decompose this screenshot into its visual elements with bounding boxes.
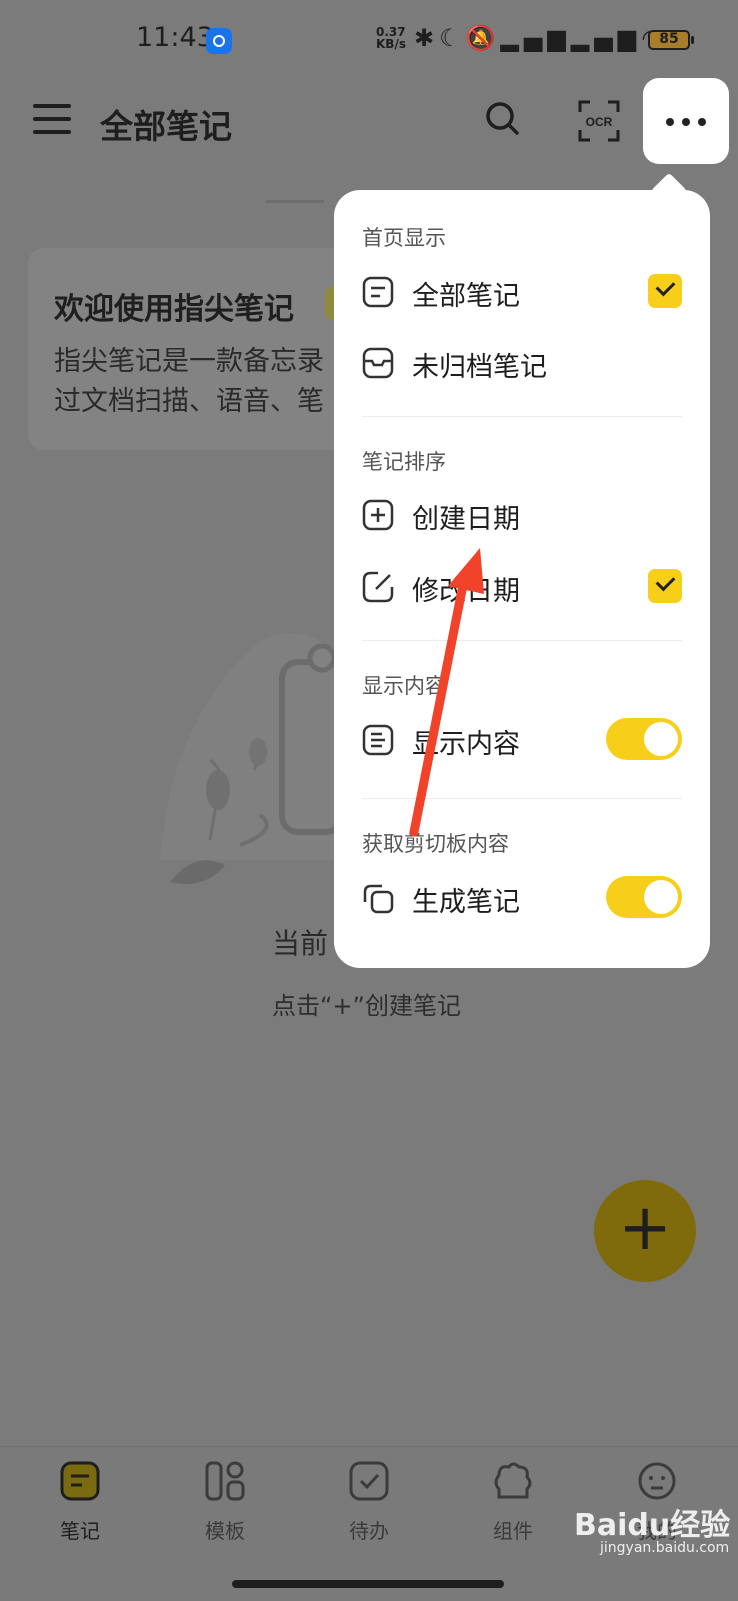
generate-note-toggle[interactable] [606,876,682,918]
add-note-button[interactable]: + [594,1180,696,1282]
nav-item-notes[interactable]: 笔记 [30,1461,130,1544]
menu-item-label: 全部笔记 [412,281,520,312]
edit-icon [362,571,394,603]
mute-icon: 🔕 [465,24,501,52]
menu-item-show-content[interactable]: 显示内容 [362,712,682,768]
welcome-description: 指尖笔记是一款备忘录 过文档扫描、语音、笔 [54,342,354,422]
ocr-scan-icon[interactable]: OCR [578,100,620,142]
signal-icon: ▂▄▆ [500,24,571,52]
status-time: 11:43 [136,22,214,53]
profile-icon [638,1462,676,1500]
section-title-sort: 笔记排序 [362,450,446,474]
network-speed: 0.37 KB/s [376,26,406,50]
nav-item-widgets[interactable]: 组件 [463,1461,563,1544]
menu-item-label: 未归档笔记 [412,352,547,383]
todo-icon [349,1461,389,1501]
widget-icon [494,1462,532,1499]
section-title-home: 首页显示 [362,226,446,250]
note-list-icon [362,276,394,308]
empty-state-illustration [160,633,345,884]
bluetooth-icon: ✱ [414,24,440,52]
note-icon [60,1461,100,1501]
search-icon[interactable] [484,100,520,136]
battery-icon: 85 [648,30,694,50]
empty-state-title: 当前 [272,927,329,960]
nav-item-todo[interactable]: 待办 [319,1461,419,1544]
show-content-toggle[interactable] [606,718,682,760]
watermark-logo: Baidu经验 [574,1508,731,1543]
divider [362,416,682,417]
archive-box-icon [362,347,394,379]
menu-item-label: 生成笔记 [412,887,520,918]
content-lines-icon [362,724,394,756]
page-title: 全部笔记 [100,107,232,146]
welcome-line: 过文档扫描、语音、笔 [54,386,324,417]
menu-item-generate-note[interactable]: 生成笔记 [362,870,682,926]
menu-item-label: 修改日期 [412,576,520,607]
copy-icon [363,884,394,914]
menu-item-all-notes[interactable]: 全部笔记 [362,264,682,320]
system-icons: ✱☾🔕▂▄▆▂▄▆◠ [414,24,667,52]
menu-item-unarchived-notes[interactable]: 未归档笔记 [362,335,682,391]
welcome-title: 欢迎使用指尖笔记 [54,292,294,327]
plus-icon: + [618,1191,672,1265]
nav-label: 笔记 [60,1519,100,1543]
nav-label: 组件 [493,1519,533,1543]
more-options-button[interactable] [643,78,729,164]
divider [362,640,682,641]
options-popup-menu: 首页显示 全部笔记 未归档笔记 笔记排序 创建日期 修改日期 显示内容 显示内容… [334,190,710,968]
nav-label: 模板 [205,1519,245,1543]
empty-state-hint: 点击“+”创建笔记 [272,992,461,1020]
battery-level: 85 [659,31,679,47]
watermark-url: jingyan.baidu.com [600,1540,730,1556]
hamburger-menu-icon[interactable] [33,104,71,134]
app-notification-icon [206,28,232,54]
nav-item-templates[interactable]: 模板 [175,1461,275,1544]
svg-text:OCR: OCR [586,115,613,129]
checkbox-checked[interactable] [648,569,682,603]
plus-square-icon [362,499,394,531]
welcome-line: 指尖笔记是一款备忘录 [54,346,324,377]
template-icon [205,1461,245,1501]
menu-item-sort-created[interactable]: 创建日期 [362,487,682,543]
status-bar: 11:43 0.37 KB/s ✱☾🔕▂▄▆▂▄▆◠ 85 [0,0,738,80]
network-speed-unit: KB/s [376,37,406,51]
menu-item-label: 显示内容 [412,729,520,760]
checkbox-checked[interactable] [648,274,682,308]
home-indicator[interactable] [232,1580,504,1588]
moon-icon: ☾ [439,24,466,52]
section-title-display: 显示内容 [362,674,446,698]
section-title-clipboard: 获取剪切板内容 [362,832,509,856]
divider [362,798,682,799]
signal-icon: ▂▄▆ [570,24,642,52]
nav-label: 待办 [349,1519,389,1543]
menu-item-sort-modified[interactable]: 修改日期 [362,559,682,615]
tab-indicator [266,200,324,203]
menu-item-label: 创建日期 [412,504,520,535]
